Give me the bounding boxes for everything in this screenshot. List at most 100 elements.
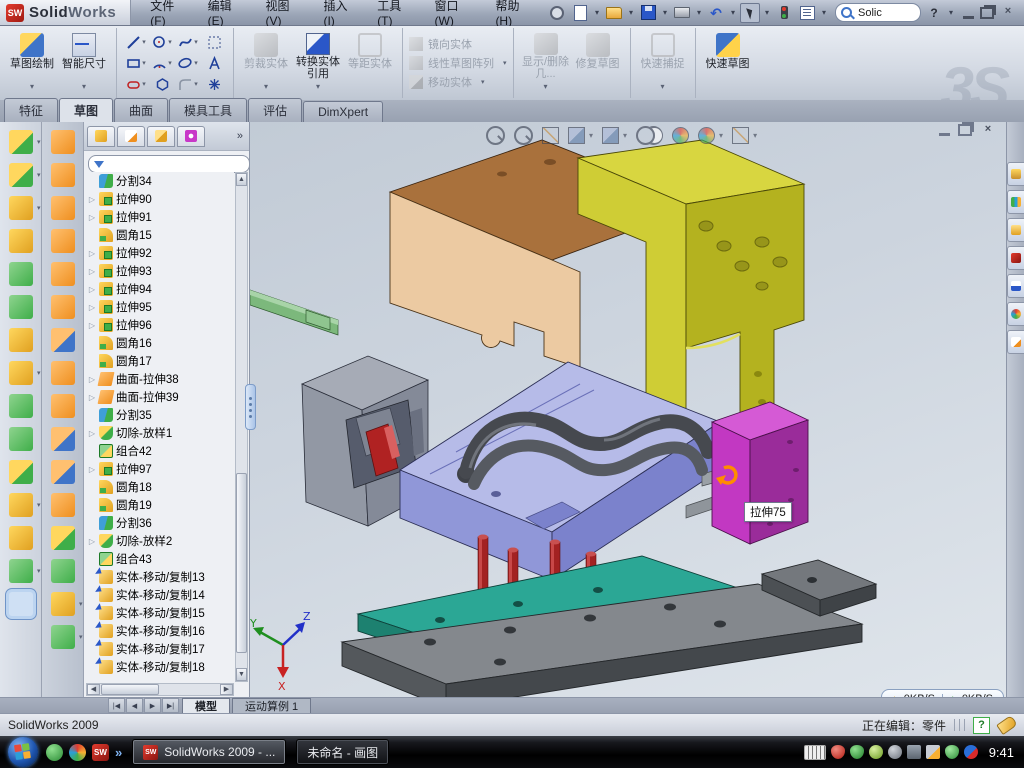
sketch-text-tool[interactable]	[201, 56, 227, 71]
exploded-mold-assembly[interactable]: Y Z X	[250, 122, 1006, 697]
toolbar-tool-button[interactable]: ▾	[51, 262, 75, 286]
home-icon[interactable]	[1007, 162, 1024, 186]
open-button[interactable]	[604, 3, 624, 23]
rebuild-icon[interactable]	[774, 3, 794, 23]
tab-nav-last[interactable]: ▶|	[162, 698, 179, 713]
tab-nav-first[interactable]: |◀	[108, 698, 125, 713]
feature-tree-item[interactable]: ▷ 分割34	[86, 172, 234, 190]
close-button[interactable]: ×	[1000, 6, 1016, 19]
volume-icon[interactable]	[888, 745, 902, 759]
feature-tree-item[interactable]: ▷ 组合43	[86, 550, 234, 568]
panel-overflow-chevron[interactable]: »	[237, 130, 246, 142]
view-orientation-icon[interactable]	[568, 127, 585, 144]
tab-nav-prev[interactable]: ◀	[126, 698, 143, 713]
scroll-down-arrow[interactable]: ▼	[236, 668, 247, 681]
feature-tree-item[interactable]: ▷ 实体-移动/复制16	[86, 622, 234, 640]
undo-button[interactable]: ↶	[706, 3, 726, 23]
quick-launch-overflow[interactable]: »	[115, 745, 122, 760]
network-icon[interactable]	[907, 745, 921, 759]
minimize-button[interactable]	[963, 7, 974, 19]
tag-icon[interactable]	[996, 715, 1018, 735]
scene-icon[interactable]	[698, 127, 715, 144]
feature-tree-item[interactable]: ▷ 圆角18	[86, 478, 234, 496]
toolbar-tool-button[interactable]: ▾	[51, 295, 75, 319]
toolbox-icon[interactable]	[1007, 246, 1024, 270]
toolbar-tool-button[interactable]: ▾	[9, 592, 33, 616]
print-button[interactable]	[672, 3, 692, 23]
update-warning-icon[interactable]	[926, 745, 940, 759]
toolbar-tool-button[interactable]: ▾	[9, 493, 33, 517]
toolbar-tool-button[interactable]: ▾	[51, 526, 75, 550]
command-tab[interactable]: 评估	[248, 98, 302, 122]
messenger-icon[interactable]	[46, 744, 63, 761]
search-box[interactable]	[835, 3, 921, 22]
zoom-fit-icon[interactable]	[486, 126, 505, 145]
toolbar-tool-button[interactable]: ▾	[9, 361, 33, 385]
health-shield-icon[interactable]	[945, 745, 959, 759]
feature-tree-item[interactable]: ▷ 拉伸90	[86, 190, 234, 208]
graphics-viewport[interactable]: Y Z X ▾ ▾ ▾ ▾ ▾ ×	[250, 122, 1006, 697]
open-dropdown[interactable]: ▾	[627, 8, 635, 17]
keyboard-layout-icon[interactable]	[804, 745, 826, 760]
undo-dropdown[interactable]: ▾	[729, 8, 737, 17]
doc-minimize-button[interactable]	[939, 124, 950, 136]
antivirus-shield-icon[interactable]	[831, 745, 845, 759]
toolbar-tool-button[interactable]: ▾	[9, 394, 33, 418]
media-icon[interactable]	[69, 744, 86, 761]
toolbar-tool-button[interactable]: ▾	[51, 361, 75, 385]
taskbar-task-button[interactable]: 未命名 - 画图	[296, 739, 389, 765]
feature-tree-item[interactable]: ▷ 圆角19	[86, 496, 234, 514]
toolbar-tool-button[interactable]: ▾	[9, 163, 33, 187]
toolbar-tool-button[interactable]: ▾	[9, 328, 33, 352]
command-tab[interactable]: 曲面	[114, 98, 168, 122]
feature-tree-item[interactable]: ▷ 实体-移动/复制14	[86, 586, 234, 604]
feature-tree-item[interactable]: ▷ 圆角15	[86, 226, 234, 244]
toolbar-tool-button[interactable]: ▾	[51, 229, 75, 253]
toolbar-tool-button[interactable]: ▾	[9, 427, 33, 451]
options-button[interactable]	[797, 3, 817, 23]
select-region-tool[interactable]	[201, 35, 227, 50]
print-dropdown[interactable]: ▾	[695, 8, 703, 17]
toolbar-tool-button[interactable]: ▾	[9, 196, 33, 220]
toolbar-tool-button[interactable]: ▾	[9, 295, 33, 319]
smart-dimension-button[interactable]: 智能尺寸▾	[58, 31, 110, 95]
feature-tree-item[interactable]: ▷ 拉伸95	[86, 298, 234, 316]
rectangle-tool[interactable]: ▾	[123, 56, 149, 71]
feature-tree-item[interactable]: ▷ 组合42	[86, 442, 234, 460]
zoom-area-icon[interactable]	[514, 126, 533, 145]
feature-tree-item[interactable]: ▷ 实体-移动/复制13	[86, 568, 234, 586]
toolbar-tool-button[interactable]: ▾	[51, 427, 75, 451]
command-tab[interactable]: 草图	[59, 98, 113, 123]
configuration-manager-icon[interactable]	[147, 126, 175, 147]
tree-horizontal-scrollbar[interactable]: ◀ ▶	[86, 683, 234, 696]
feature-tree-item[interactable]: ▷ 分割36	[86, 514, 234, 532]
toolbar-tool-button[interactable]: ▾	[51, 163, 75, 187]
save-button[interactable]	[638, 3, 658, 23]
feature-tree-item[interactable]: ▷ 拉伸96	[86, 316, 234, 334]
toolbar-tool-button[interactable]: ▾	[51, 559, 75, 583]
feature-tree-item[interactable]: ▷ 曲面-拉伸38	[86, 370, 234, 388]
section-view-icon[interactable]	[542, 127, 559, 144]
view-settings-icon[interactable]	[732, 127, 749, 144]
search-input[interactable]	[856, 6, 912, 20]
toolbar-tool-button[interactable]: ▾	[51, 625, 75, 649]
toolbar-tool-button[interactable]: ▾	[51, 460, 75, 484]
command-tab[interactable]: 模具工具	[169, 98, 247, 122]
ellipse-tool[interactable]: ▾	[175, 56, 201, 71]
display-style-icon[interactable]	[602, 127, 619, 144]
feature-tree-item[interactable]: ▷ 实体-移动/复制15	[86, 604, 234, 622]
toolbar-tool-button[interactable]: ▾	[51, 130, 75, 154]
toolbar-tool-button[interactable]: ▾	[51, 592, 75, 616]
feature-tree-item[interactable]: ▷ 曲面-拉伸39	[86, 388, 234, 406]
feature-tree-item[interactable]: ▷ 拉伸94	[86, 280, 234, 298]
command-tab[interactable]: DimXpert	[303, 101, 383, 122]
model-tab[interactable]: 模型	[182, 698, 230, 713]
feature-tree-item[interactable]: ▷ 拉伸93	[86, 262, 234, 280]
toolbar-tool-button[interactable]: ▾	[9, 460, 33, 484]
vertical-scroll-thumb[interactable]	[236, 473, 247, 653]
sketch-fillet-tool[interactable]: ▾	[175, 77, 201, 92]
toolbar-tool-button[interactable]: ▾	[9, 262, 33, 286]
new-dropdown[interactable]: ▾	[593, 8, 601, 17]
line-tool[interactable]: ▾	[123, 35, 149, 50]
property-manager-icon[interactable]	[117, 126, 145, 147]
